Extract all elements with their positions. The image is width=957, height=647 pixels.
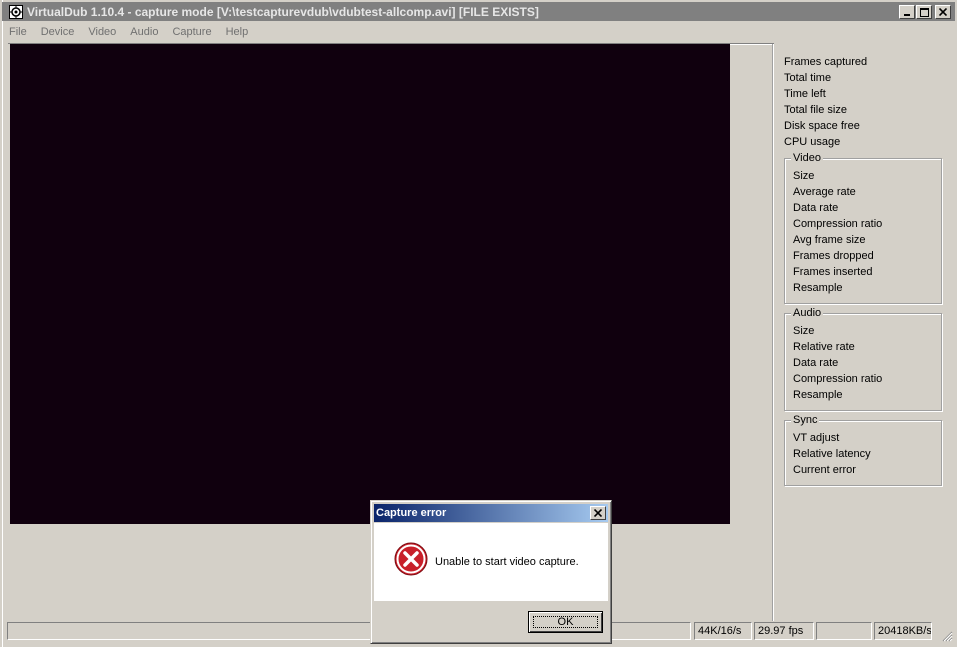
video-stat-frames-inserted: Frames inserted	[793, 266, 873, 278]
stat-total-file-size: Total file size	[784, 104, 847, 116]
ok-button-label: OK	[557, 616, 574, 628]
close-button[interactable]	[935, 5, 951, 19]
video-stat-data-rate: Data rate	[793, 202, 839, 214]
dialog-body: Unable to start video capture.	[374, 523, 608, 601]
menu-capture[interactable]: Capture	[165, 26, 218, 38]
capture-stats: Frames captured Total time Time left Tot…	[784, 54, 944, 150]
sync-stat-relative-latency: Relative latency	[793, 448, 871, 460]
status-fps: 29.97 fps	[754, 622, 814, 640]
video-stat-average-rate: Average rate	[793, 186, 856, 198]
video-stat-compression-ratio: Compression ratio	[793, 218, 883, 230]
video-pane-margin	[730, 44, 772, 525]
minimize-button[interactable]	[899, 5, 915, 19]
video-stat-resample: Resample	[793, 282, 843, 294]
dialog-title: Capture error	[376, 507, 447, 519]
audio-stat-relative-rate: Relative rate	[793, 341, 855, 353]
video-stat-size: Size	[793, 170, 815, 182]
video-stat-frames-dropped: Frames dropped	[793, 250, 874, 262]
error-icon	[394, 542, 428, 576]
audio-stat-size: Size	[793, 325, 815, 337]
status-audio-format: 44K/16/s	[694, 622, 752, 640]
audio-group-title: Audio	[791, 305, 824, 321]
audio-stat-data-rate: Data rate	[793, 357, 839, 369]
splitter-highlight	[773, 44, 774, 621]
title-bar[interactable]: VirtualDub 1.10.4 - capture mode [V:\tes…	[2, 2, 955, 21]
menu-audio[interactable]: Audio	[123, 26, 165, 38]
ok-button[interactable]: OK	[528, 611, 603, 633]
menu-bar: File Device Video Audio Capture Help	[2, 22, 255, 41]
menu-file[interactable]: File	[2, 26, 34, 38]
maximize-icon	[919, 7, 929, 17]
window-title: VirtualDub 1.10.4 - capture mode [V:\tes…	[27, 4, 539, 19]
video-stats-group: Video Size Average rate Data rate Compre…	[784, 150, 942, 304]
stat-disk-space-free: Disk space free	[784, 120, 860, 132]
resize-grip-icon[interactable]	[941, 630, 953, 642]
stat-frames-captured: Frames captured	[784, 56, 868, 68]
sync-group-title: Sync	[791, 412, 820, 428]
status-data-rate: 20418KB/s	[874, 622, 932, 640]
video-group-title: Video	[791, 150, 823, 166]
stat-total-time: Total time	[784, 72, 832, 84]
menu-device[interactable]: Device	[34, 26, 82, 38]
audio-stat-resample: Resample	[793, 389, 843, 401]
sync-stat-current-error: Current error	[793, 464, 856, 476]
audio-stats-group: Audio Size Relative rate Data rate Compr…	[784, 305, 942, 411]
dialog-message: Unable to start video capture.	[435, 556, 579, 568]
maximize-button[interactable]	[916, 5, 932, 19]
sync-stat-vt-adjust: VT adjust	[793, 432, 840, 444]
close-icon	[939, 8, 947, 16]
menu-help[interactable]: Help	[219, 26, 256, 38]
menu-video[interactable]: Video	[81, 26, 123, 38]
capture-error-dialog: Capture error Unable to start video capt…	[370, 500, 612, 644]
video-preview	[10, 44, 730, 524]
video-stat-avg-frame-size: Avg frame size	[793, 234, 866, 246]
sync-stats-group: Sync VT adjust Relative latency Current …	[784, 412, 942, 486]
dialog-close-button[interactable]	[590, 506, 606, 520]
virtualdub-app-icon[interactable]	[8, 4, 24, 20]
stat-cpu-usage: CPU usage	[784, 136, 841, 148]
stat-time-left: Time left	[784, 88, 826, 100]
window-controls	[898, 5, 951, 19]
window-frame	[0, 0, 3, 647]
close-icon	[594, 509, 602, 517]
dialog-title-bar[interactable]: Capture error	[374, 504, 608, 522]
status-blank	[816, 622, 872, 640]
audio-stat-compression-ratio: Compression ratio	[793, 373, 883, 385]
minimize-icon	[904, 14, 910, 16]
